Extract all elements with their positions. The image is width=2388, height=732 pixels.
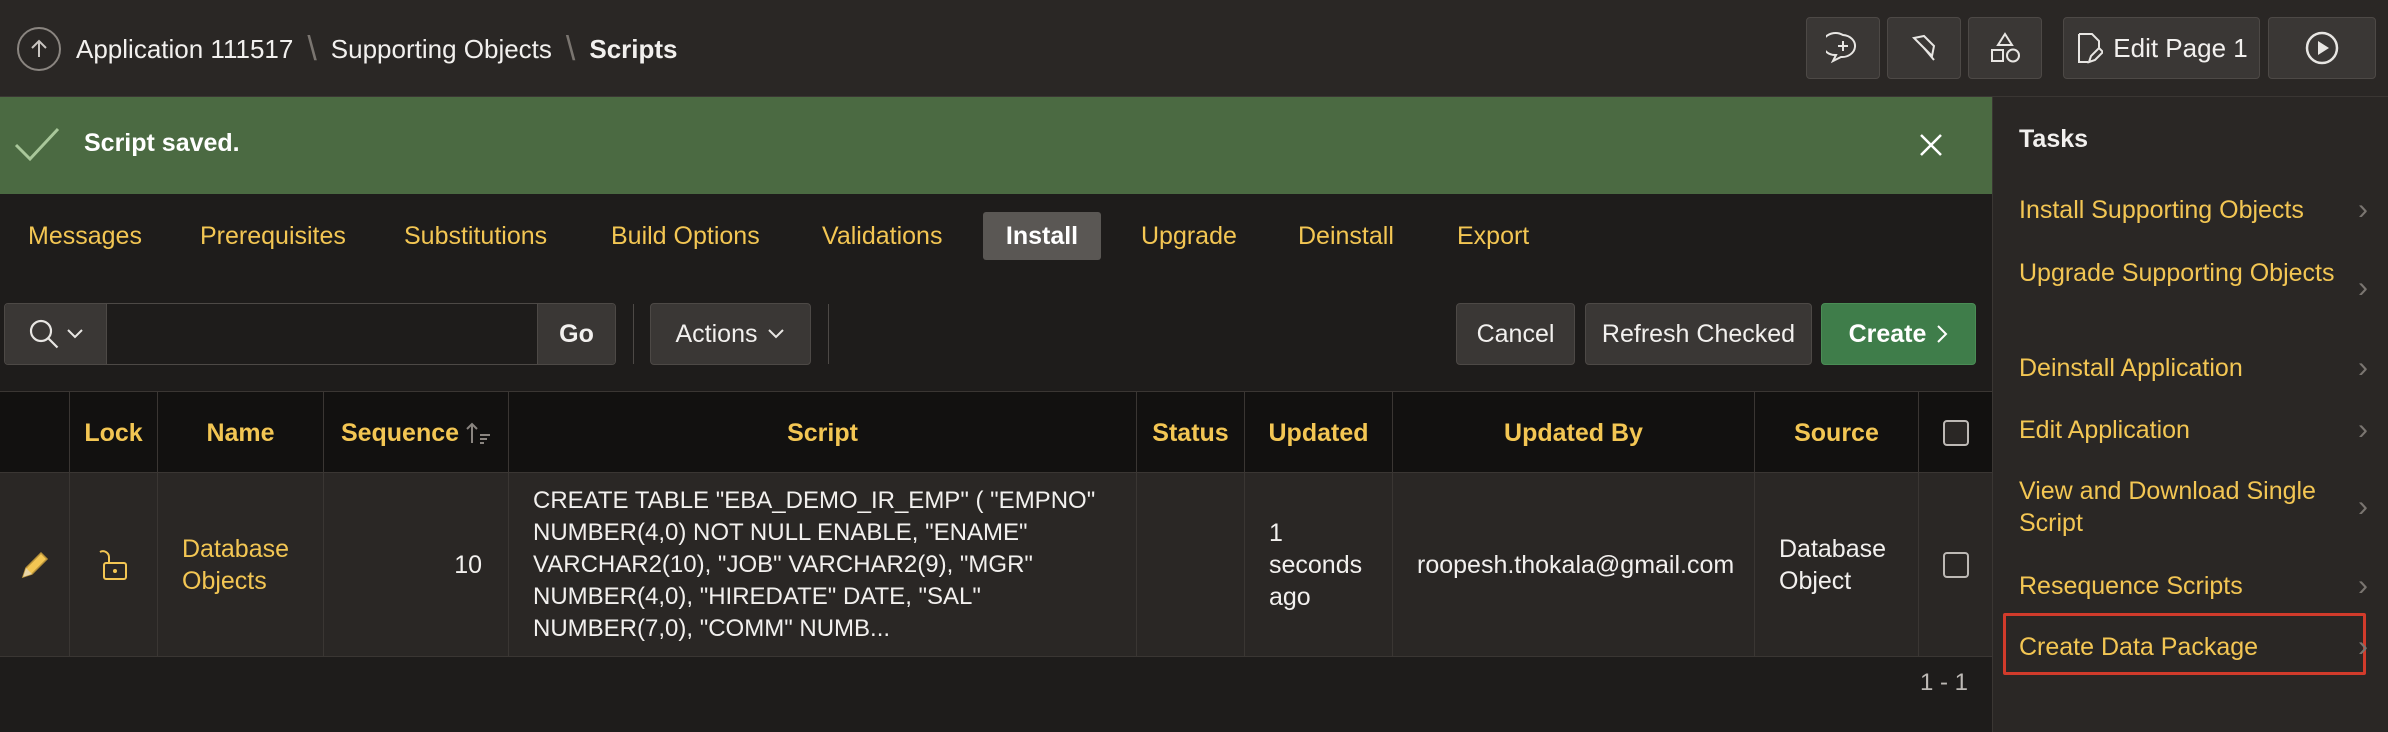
edit-column-header xyxy=(0,392,69,474)
chevron-down-icon xyxy=(768,329,785,339)
tab-substitutions[interactable]: Substitutions xyxy=(388,212,563,260)
tab-upgrade[interactable]: Upgrade xyxy=(1125,212,1253,260)
row-checkbox[interactable] xyxy=(1942,552,1969,578)
task-edit-application[interactable]: Edit Application xyxy=(2019,414,2359,446)
chevron-right-icon: › xyxy=(2358,490,2368,523)
debug-button[interactable] xyxy=(1887,17,1961,79)
tab-install[interactable]: Install xyxy=(983,212,1101,260)
script-name-link[interactable]: Database Objects xyxy=(182,533,323,597)
column-header-script[interactable]: Script xyxy=(508,392,1136,474)
sequence-header-label: Sequence xyxy=(340,418,460,447)
unlock-icon[interactable] xyxy=(97,548,131,582)
tab-export[interactable]: Export xyxy=(1441,212,1545,260)
lock-cell xyxy=(69,473,157,657)
tab-validations[interactable]: Validations xyxy=(806,212,958,260)
breadcrumb-separator: \ xyxy=(307,30,317,68)
column-header-sequence[interactable]: Sequence xyxy=(323,392,508,474)
cancel-button[interactable]: Cancel xyxy=(1456,303,1575,365)
flashlight-icon xyxy=(1911,34,1936,61)
top-header: Application 111517 \ Supporting Objects … xyxy=(0,0,2388,97)
search-input[interactable] xyxy=(107,304,537,364)
task-create-data-package[interactable]: Create Data Package xyxy=(2019,631,2359,663)
search-icon xyxy=(29,319,58,349)
chevron-right-icon: › xyxy=(2358,630,2368,663)
column-header-updated[interactable]: Updated xyxy=(1244,392,1392,474)
script-cell: CREATE TABLE "EBA_DEMO_IR_EMP" ( "EMPNO"… xyxy=(508,473,1136,657)
edit-page-icon xyxy=(2078,33,2104,64)
name-cell: Database Objects xyxy=(157,473,323,657)
edit-cell xyxy=(0,473,69,657)
breadcrumb-current: Scripts xyxy=(589,34,678,64)
run-page-button[interactable] xyxy=(2268,17,2376,79)
status-cell xyxy=(1136,473,1244,657)
breadcrumb-supporting-objects[interactable]: Supporting Objects xyxy=(331,34,552,65)
tab-prerequisites[interactable]: Prerequisites xyxy=(184,212,362,260)
chevron-right-icon: › xyxy=(2358,193,2368,226)
play-icon xyxy=(2305,31,2339,65)
task-resequence-scripts[interactable]: Resequence Scripts xyxy=(2019,570,2359,602)
select-all-checkbox[interactable] xyxy=(1942,420,1969,446)
column-header-lock[interactable]: Lock xyxy=(69,392,157,474)
navigate-up-icon[interactable] xyxy=(17,27,61,71)
breadcrumb: Application 111517 \ Supporting Objects … xyxy=(76,30,678,69)
tab-bar: Messages Prerequisites Substitutions Bui… xyxy=(0,206,1992,266)
chevron-right-icon: › xyxy=(2358,413,2368,446)
chevron-right-icon: › xyxy=(2358,569,2368,602)
table-row: Database Objects 10 CREATE TABLE "EBA_DE… xyxy=(0,473,1992,657)
sort-ascending-icon xyxy=(466,422,491,444)
divider xyxy=(633,304,634,364)
select-all-cell xyxy=(1918,392,1992,474)
create-label: Create xyxy=(1848,319,1927,348)
table-header: Lock Name Sequence Script Status Updated… xyxy=(0,391,1992,474)
edit-page-label: Edit Page 1 xyxy=(2113,32,2248,63)
refresh-checked-button[interactable]: Refresh Checked xyxy=(1585,303,1812,365)
tasks-title: Tasks xyxy=(2019,125,2089,153)
sequence-cell: 10 xyxy=(323,473,508,657)
updated-cell: 1 seconds ago xyxy=(1244,473,1392,657)
success-message: Script saved. xyxy=(84,129,240,157)
close-icon[interactable] xyxy=(1915,129,1947,161)
column-header-source[interactable]: Source xyxy=(1754,392,1918,474)
pencil-icon[interactable] xyxy=(19,549,51,581)
success-banner: Script saved. xyxy=(0,97,1992,194)
actions-label: Actions xyxy=(675,319,758,348)
task-install-supporting-objects[interactable]: Install Supporting Objects xyxy=(2019,194,2359,226)
tab-deinstall[interactable]: Deinstall xyxy=(1282,212,1410,260)
column-header-status[interactable]: Status xyxy=(1136,392,1244,474)
task-view-download-script[interactable]: View and Download Single Script xyxy=(2019,475,2359,539)
comment-plus-icon xyxy=(1826,32,1856,64)
chevron-down-icon xyxy=(66,329,83,339)
task-upgrade-supporting-objects[interactable]: Upgrade Supporting Objects xyxy=(2019,257,2359,289)
shared-components-button[interactable] xyxy=(1968,17,2042,79)
row-select-cell xyxy=(1918,473,1992,657)
chevron-right-icon: › xyxy=(2358,351,2368,384)
tasks-panel: Tasks Install Supporting Objects › Upgra… xyxy=(1992,97,2388,732)
chevron-right-icon xyxy=(1937,325,1948,343)
task-deinstall-application[interactable]: Deinstall Application xyxy=(2019,352,2359,384)
go-button[interactable]: Go xyxy=(537,304,615,364)
actions-menu-button[interactable]: Actions xyxy=(650,303,811,365)
tab-build-options[interactable]: Build Options xyxy=(595,212,776,260)
tab-messages[interactable]: Messages xyxy=(12,212,158,260)
edit-page-button[interactable]: Edit Page 1 xyxy=(2063,17,2260,79)
column-header-name[interactable]: Name xyxy=(157,392,323,474)
breadcrumb-separator: \ xyxy=(565,30,576,68)
divider xyxy=(828,304,829,364)
create-button[interactable]: Create xyxy=(1821,303,1976,365)
breadcrumb-application[interactable]: Application 111517 xyxy=(76,34,293,65)
search-group: Go xyxy=(4,303,616,365)
column-header-updated-by[interactable]: Updated By xyxy=(1392,392,1754,474)
report-toolbar: Go Actions Cancel Refresh Checked Create xyxy=(0,290,1992,380)
source-cell: Database Object xyxy=(1754,473,1918,657)
search-column-selector[interactable] xyxy=(5,304,107,364)
shapes-icon xyxy=(1991,32,2020,63)
updated-by-cell: roopesh.thokala@gmail.com xyxy=(1392,473,1754,657)
checkmark-icon xyxy=(14,127,60,162)
comment-button[interactable] xyxy=(1806,17,1880,79)
chevron-right-icon: › xyxy=(2358,271,2368,304)
pagination: 1 - 1 xyxy=(1919,669,1968,696)
